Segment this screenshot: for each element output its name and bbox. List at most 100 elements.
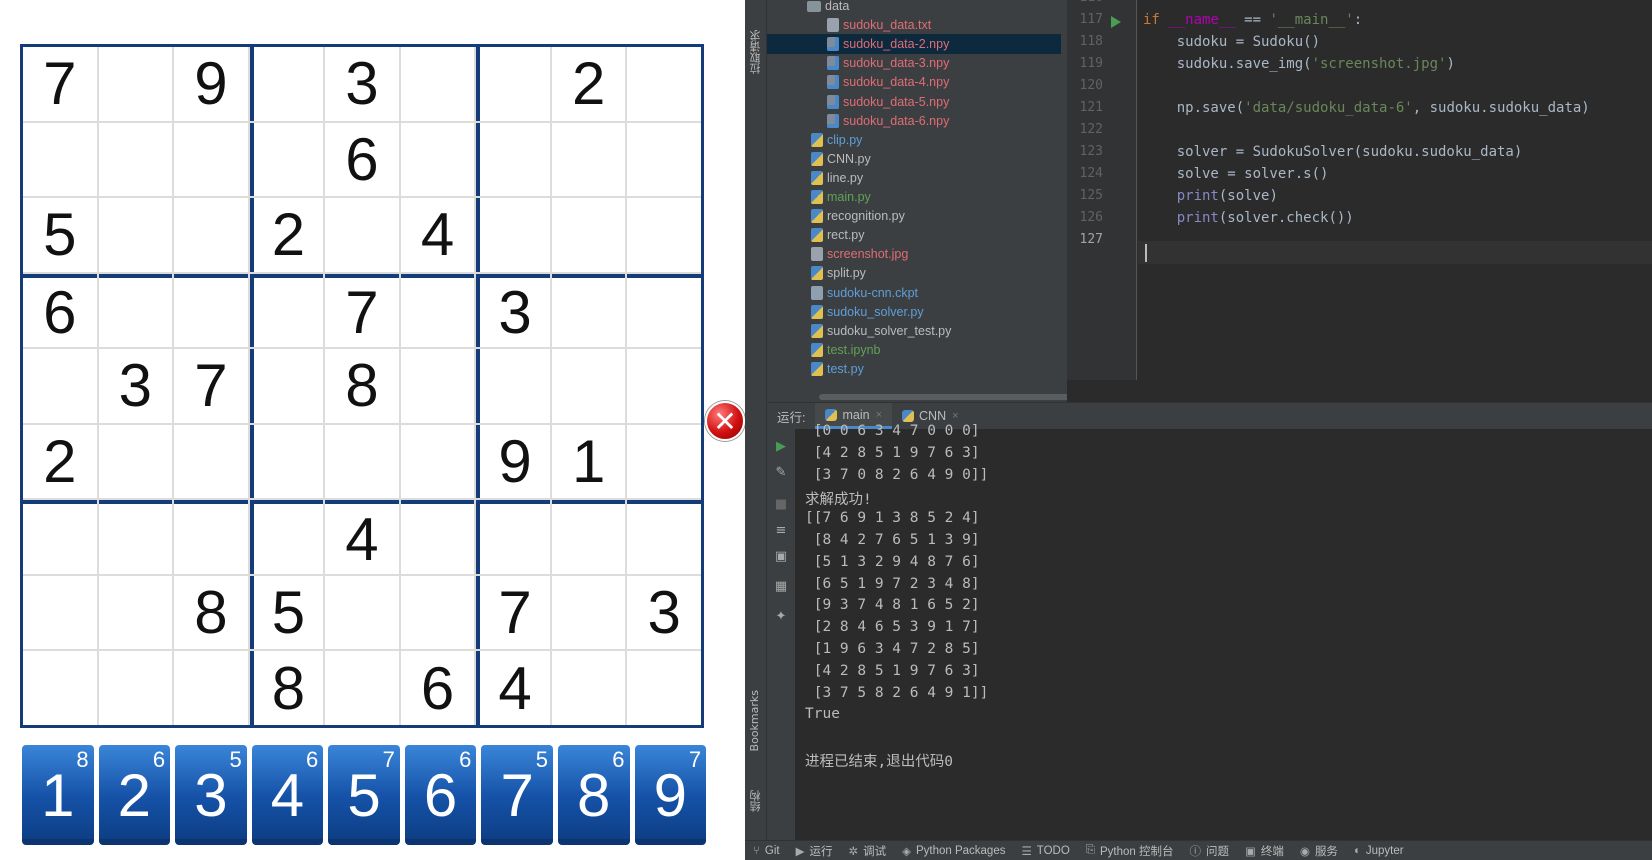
soft-wrap-icon[interactable]: ≡ [773,523,789,539]
sudoku-cell[interactable] [249,500,324,574]
tree-item[interactable]: line.py [767,168,1061,188]
tree-item[interactable]: CNN.py [767,149,1061,169]
status-bar-item[interactable]: ⓘ 问题 [1182,843,1238,859]
sudoku-cell[interactable]: 9 [476,424,550,499]
sudoku-cell[interactable]: 4 [400,198,475,272]
sudoku-cell[interactable] [249,122,324,197]
sudoku-cell[interactable] [400,47,475,121]
status-bar-item[interactable]: ◉ 服务 [1292,843,1346,859]
status-bar-item[interactable]: ▶ 运行 [788,843,841,859]
run-gutter-icon[interactable] [1111,16,1121,28]
sudoku-cell[interactable] [627,273,701,348]
sudoku-cell[interactable] [174,500,248,574]
pin-icon[interactable]: ✦ [773,609,789,625]
sudoku-cell[interactable] [627,198,701,272]
tree-item[interactable]: sudoku_data-2.npy [767,34,1061,55]
tree-item[interactable]: sudoku_solver.py [767,302,1061,322]
sudoku-cell[interactable]: 7 [476,575,550,650]
sudoku-cell[interactable] [551,575,626,650]
sudoku-cell[interactable] [551,500,626,574]
number-key-2[interactable]: 26 [98,745,171,845]
status-bar-item[interactable]: ▣ 终端 [1237,843,1292,859]
code-editor[interactable]: 116 117 118 119 120 121 122 123 124 125 126 127 if … [1067,0,1652,402]
sudoku-cell[interactable]: 7 [174,349,248,423]
sudoku-cell[interactable]: 2 [551,47,626,121]
sudoku-cell[interactable] [476,349,550,423]
sudoku-cell[interactable] [627,424,701,499]
sudoku-cell[interactable] [400,575,475,650]
sudoku-cell[interactable] [249,47,324,121]
sudoku-cell[interactable] [551,273,626,348]
tree-item[interactable]: rect.py [767,225,1061,245]
tree-item[interactable]: sudoku-cnn.ckpt [767,283,1061,303]
sudoku-cell[interactable] [23,651,97,725]
sudoku-cell[interactable]: 9 [174,47,248,121]
sudoku-cell[interactable]: 2 [23,424,97,499]
bookmarks-tab[interactable]: Bookmarks [748,690,761,751]
tree-horizontal-scrollbar[interactable] [819,394,1067,400]
status-bar-item[interactable]: ✲ 调试 [840,843,894,859]
stop-icon[interactable]: ■ [773,497,789,513]
status-bar-item[interactable]: ◈ Python Packages [894,844,1013,858]
tree-item[interactable]: sudoku_data.txt [767,15,1061,35]
pull-requests-tab[interactable]: 拉取请求 [748,30,764,74]
console-output[interactable]: [0 0 6 3 4 7 0 0 0] [4 2 8 5 1 9 7 6 3] … [805,423,1645,833]
number-key-7[interactable]: 75 [481,745,553,845]
sudoku-cell[interactable] [325,575,399,650]
rerun-icon[interactable]: ▶ [773,439,789,455]
sudoku-cell[interactable] [23,349,97,423]
sudoku-cell[interactable] [98,198,173,272]
number-key-9[interactable]: 97 [634,745,707,845]
sudoku-cell[interactable]: 4 [325,500,399,574]
sudoku-cell[interactable] [325,198,399,272]
sudoku-cell[interactable] [551,122,626,197]
sudoku-cell[interactable] [551,198,626,272]
sudoku-cell[interactable] [476,47,550,121]
sudoku-cell[interactable]: 3 [627,575,701,650]
sudoku-cell[interactable] [23,500,97,574]
number-key-4[interactable]: 46 [251,745,324,845]
sudoku-cell[interactable] [400,424,475,499]
status-bar-item[interactable]: ◐ Jupyter [1346,845,1412,857]
tree-item[interactable]: split.py [767,263,1061,283]
sudoku-cell[interactable] [98,122,173,197]
sudoku-cell[interactable]: 8 [249,651,324,725]
sudoku-cell[interactable] [627,500,701,574]
sudoku-cell[interactable] [23,122,97,197]
sudoku-cell[interactable]: 6 [400,651,475,725]
sudoku-cell[interactable] [249,273,324,348]
sudoku-cell[interactable] [325,424,399,499]
sudoku-cell[interactable] [98,575,173,650]
tree-item[interactable]: recognition.py [767,206,1061,226]
trash-icon[interactable]: ▣ [773,549,789,565]
sudoku-cell[interactable] [174,122,248,197]
tree-item[interactable]: test.ipynb [767,340,1061,360]
sudoku-cell[interactable]: 5 [249,575,324,650]
sudoku-cell[interactable] [400,122,475,197]
sudoku-cell[interactable]: 4 [476,651,550,725]
sudoku-cell[interactable]: 2 [249,198,324,272]
sudoku-cell[interactable] [98,651,173,725]
sudoku-cell[interactable]: 1 [551,424,626,499]
sudoku-cell[interactable] [249,349,324,423]
sudoku-cell[interactable] [23,575,97,650]
tree-item[interactable]: sudoku_data-5.npy [767,92,1061,112]
sudoku-cell[interactable] [551,651,626,725]
sudoku-cell[interactable] [476,198,550,272]
sudoku-cell[interactable] [476,500,550,574]
number-key-3[interactable]: 35 [175,745,247,845]
wrench-icon[interactable]: ✎ [773,465,789,481]
sudoku-cell[interactable] [174,273,248,348]
layout-icon[interactable]: ▦ [773,579,789,595]
sudoku-cell[interactable] [174,424,248,499]
tree-item[interactable]: sudoku_data-3.npy [767,53,1061,73]
number-key-1[interactable]: 18 [22,745,94,845]
status-bar-item[interactable]: ⑂ Git [745,845,788,857]
sudoku-cell[interactable] [98,273,173,348]
sudoku-cell[interactable] [174,198,248,272]
sudoku-cell[interactable] [400,349,475,423]
number-key-5[interactable]: 57 [328,745,400,845]
status-bar-item[interactable]: ☰ TODO [1013,844,1077,858]
sudoku-cell[interactable]: 8 [325,349,399,423]
close-tab-icon[interactable]: × [952,410,958,422]
